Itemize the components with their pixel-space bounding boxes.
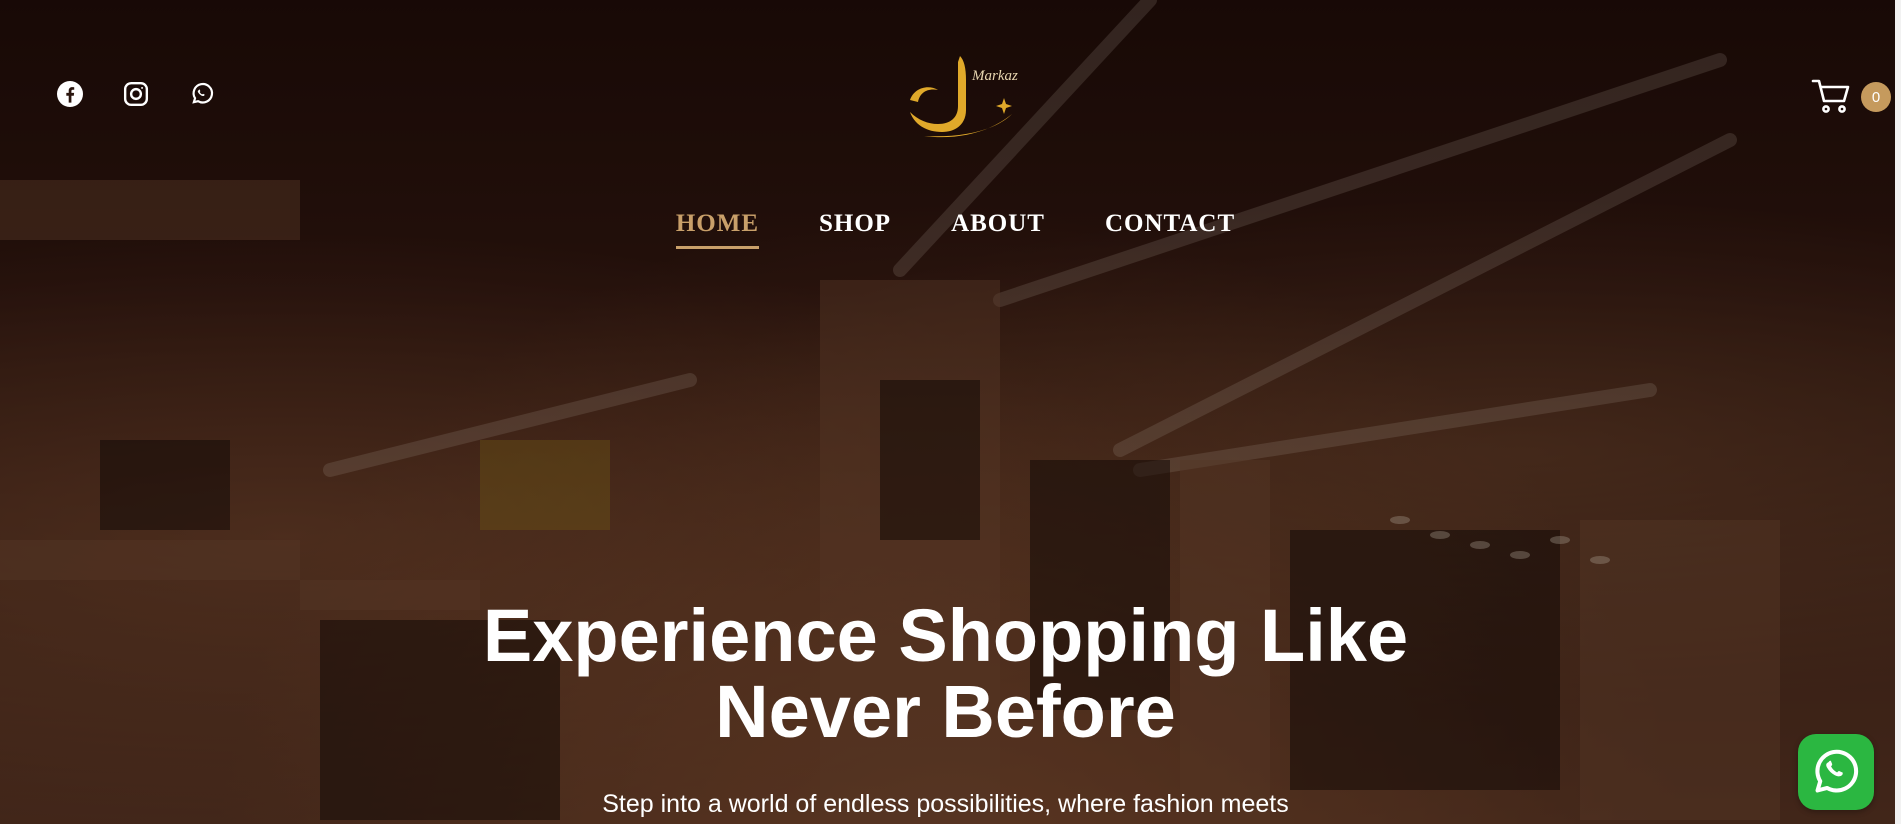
nav-item-home[interactable]: HOME [675,210,759,249]
facebook-icon[interactable] [56,80,84,108]
page: Markaz 0 HOME SHOP ABOUT CONTACT Experie… [0,0,1901,824]
hero-subtitle: Step into a world of endless possibiliti… [602,790,1289,818]
whatsapp-chat-icon [1815,749,1859,793]
social-links [56,80,216,108]
instagram-icon[interactable] [122,80,150,108]
nav-item-shop[interactable]: SHOP [819,210,891,249]
whatsapp-chat-button[interactable] [1798,734,1874,810]
hero-title: Experience Shopping Like Never Before [482,594,1409,753]
cart-count-badge: 0 [1861,82,1891,112]
scrollbar-track[interactable] [1895,0,1901,824]
main-nav: HOME SHOP ABOUT CONTACT [0,210,1901,249]
brand-logo[interactable]: Markaz [904,50,1018,140]
whatsapp-icon[interactable] [188,80,216,108]
cart-icon[interactable] [1811,78,1851,114]
nav-item-about[interactable]: ABOUT [951,210,1045,249]
nav-item-contact[interactable]: CONTACT [1105,210,1235,249]
logo-wordmark: Markaz [971,68,1018,84]
